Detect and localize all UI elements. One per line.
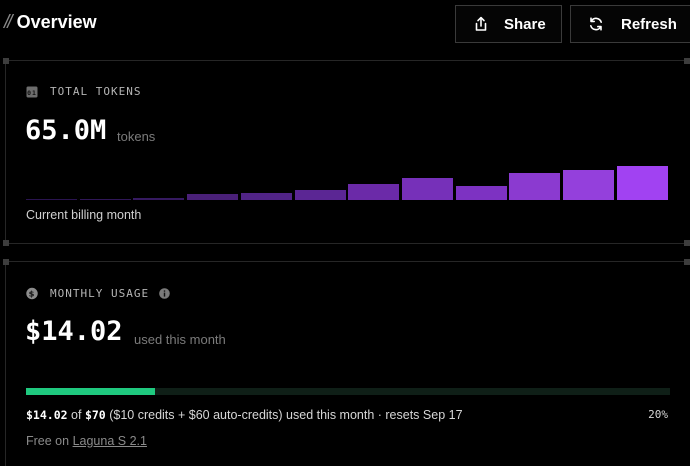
card-corner-marker bbox=[684, 259, 690, 265]
total-tokens-value: 65.0M bbox=[25, 115, 107, 146]
card-corner-marker bbox=[684, 58, 690, 64]
page-header: // Overview Share Refresh bbox=[0, 0, 690, 50]
monthly-usage-unit: used this month bbox=[134, 332, 226, 347]
token-bar bbox=[401, 178, 453, 200]
token-usage-bar-chart bbox=[26, 164, 669, 200]
monthly-usage-label: MONTHLY USAGE bbox=[50, 287, 150, 300]
total-tokens-label-row: 01 TOTAL TOKENS bbox=[26, 85, 141, 98]
usage-progress-fill bbox=[26, 388, 155, 395]
usage-progress-bar bbox=[26, 388, 670, 395]
usage-percent: 20% bbox=[648, 408, 668, 421]
token-bar bbox=[616, 166, 668, 200]
total-tokens-unit: tokens bbox=[117, 129, 156, 144]
usage-detail-text: ($10 credits + $60 auto-credits) used th… bbox=[109, 408, 463, 422]
token-bar bbox=[133, 198, 185, 200]
page-title: Overview bbox=[16, 12, 97, 32]
svg-text:$: $ bbox=[29, 289, 36, 299]
token-bar bbox=[26, 199, 77, 200]
info-icon[interactable] bbox=[158, 288, 170, 300]
usage-limit-amount: $70 bbox=[84, 408, 106, 422]
card-corner-marker bbox=[3, 240, 9, 246]
page-title-group: // Overview bbox=[4, 12, 97, 34]
token-bar bbox=[187, 194, 239, 200]
token-counter-icon: 01 bbox=[26, 86, 38, 98]
svg-text:01: 01 bbox=[27, 88, 37, 96]
monthly-usage-value: $14.02 bbox=[25, 316, 123, 347]
token-bar bbox=[509, 173, 561, 200]
token-bar bbox=[563, 170, 614, 200]
monthly-usage-label-row: $ MONTHLY USAGE bbox=[26, 287, 170, 300]
card-corner-marker bbox=[684, 240, 690, 246]
token-bar bbox=[294, 190, 346, 200]
share-icon bbox=[472, 15, 490, 33]
model-link[interactable]: Laguna S 2.1 bbox=[73, 434, 147, 448]
share-label: Share bbox=[504, 15, 546, 33]
monthly-usage-card: $ MONTHLY USAGE $14.02 used this month $… bbox=[3, 259, 690, 466]
title-prefix: // bbox=[4, 12, 12, 33]
share-button[interactable]: Share bbox=[455, 5, 562, 43]
total-tokens-label: TOTAL TOKENS bbox=[50, 85, 142, 98]
token-bar bbox=[79, 199, 131, 200]
dollar-coin-icon: $ bbox=[26, 287, 38, 300]
refresh-label: Refresh bbox=[621, 15, 677, 33]
usage-used-amount: $14.02 bbox=[26, 408, 68, 422]
token-bar bbox=[240, 193, 292, 200]
usage-summary-text: $14.02 of $70 ($10 credits + $60 auto-cr… bbox=[26, 408, 463, 422]
card-corner-marker bbox=[3, 58, 9, 64]
refresh-button[interactable]: Refresh bbox=[570, 5, 690, 43]
token-bar bbox=[455, 186, 507, 200]
card-corner-marker bbox=[3, 259, 9, 265]
refresh-icon bbox=[587, 15, 605, 33]
total-tokens-card: 01 TOTAL TOKENS 65.0M tokens Current bil… bbox=[3, 58, 690, 246]
token-bar bbox=[348, 184, 400, 200]
free-plan-line: Free on Laguna S 2.1 bbox=[26, 434, 147, 448]
usage-of-text: of bbox=[71, 408, 82, 422]
free-plan-prefix: Free on bbox=[26, 434, 70, 448]
billing-period-caption: Current billing month bbox=[26, 208, 142, 222]
